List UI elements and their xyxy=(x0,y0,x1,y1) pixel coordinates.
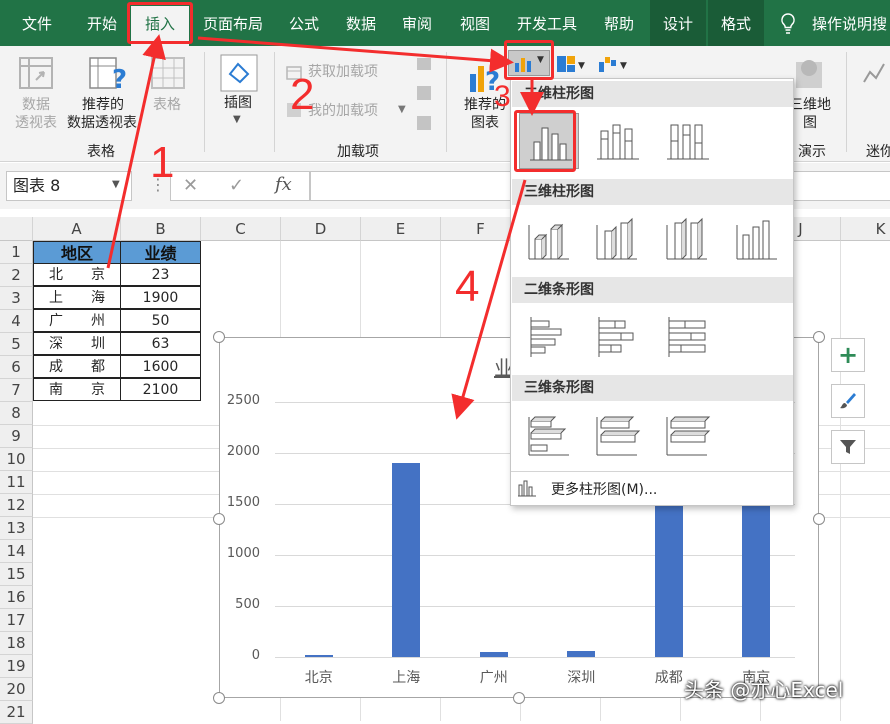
watermark-text: 头条 @亦心Excel xyxy=(684,678,844,702)
annotation-arrows xyxy=(106,34,544,420)
